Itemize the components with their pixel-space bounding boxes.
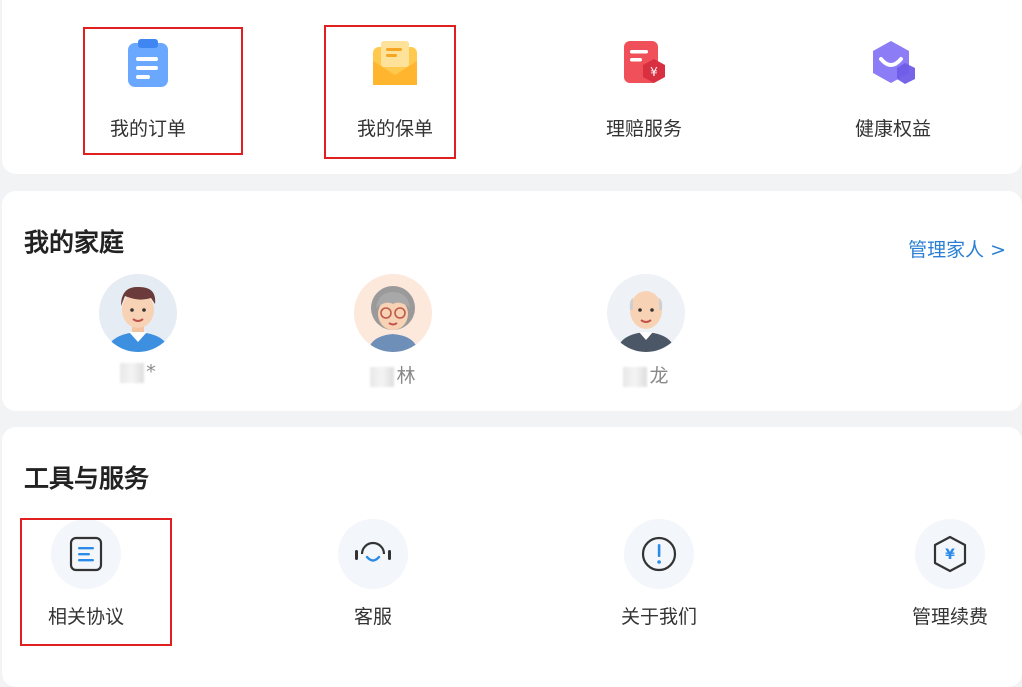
health-benefit-hexagon-icon — [873, 41, 915, 84]
order-clipboard-icon — [128, 39, 168, 87]
elderly-woman-avatar — [354, 274, 432, 352]
renewal-yuan-hexagon-icon: ¥ — [933, 535, 967, 573]
manage-family-label: 管理家人 — [908, 239, 985, 261]
family-card: 我的家庭 管理家人 > * 林 龙 — [2, 191, 1022, 411]
family-member-3-name: 龙 — [591, 361, 701, 388]
tools-card: 工具与服务 相关协议 客服 关于我们 ¥ 管理续费 — [2, 427, 1022, 687]
customer-service-label: 客服 — [353, 606, 392, 628]
my-policies-label: 我的保单 — [356, 118, 433, 140]
young-man-avatar — [99, 274, 177, 352]
health-benefits-label: 健康权益 — [854, 118, 931, 140]
chevron-right-icon: > — [990, 239, 1006, 261]
family-member-2-name: 林 — [338, 361, 448, 388]
manage-family-link[interactable]: 管理家人 > — [908, 235, 1006, 262]
info-exclamation-icon — [641, 536, 677, 572]
headset-icon — [355, 541, 391, 562]
family-member-1-name: * — [83, 361, 193, 383]
agreements-label: 相关协议 — [47, 606, 124, 628]
claim-document-yuan-icon: ¥ — [624, 41, 665, 83]
svg-text:¥: ¥ — [945, 547, 955, 563]
tools-section-title: 工具与服务 — [24, 464, 150, 493]
claim-service-label: 理赔服务 — [605, 118, 682, 140]
elderly-man-avatar — [607, 274, 685, 352]
quick-menu-card: 我的订单 我的保单 ¥ 理赔服务 健康权益 — [2, 0, 1022, 174]
policy-envelope-icon — [373, 41, 417, 85]
my-orders-label: 我的订单 — [109, 118, 186, 140]
about-us-label: 关于我们 — [620, 606, 697, 628]
svg-text:¥: ¥ — [650, 65, 658, 79]
manage-renewal-label: 管理续费 — [911, 606, 988, 628]
agreement-document-icon — [69, 536, 103, 572]
family-section-title: 我的家庭 — [24, 228, 125, 257]
